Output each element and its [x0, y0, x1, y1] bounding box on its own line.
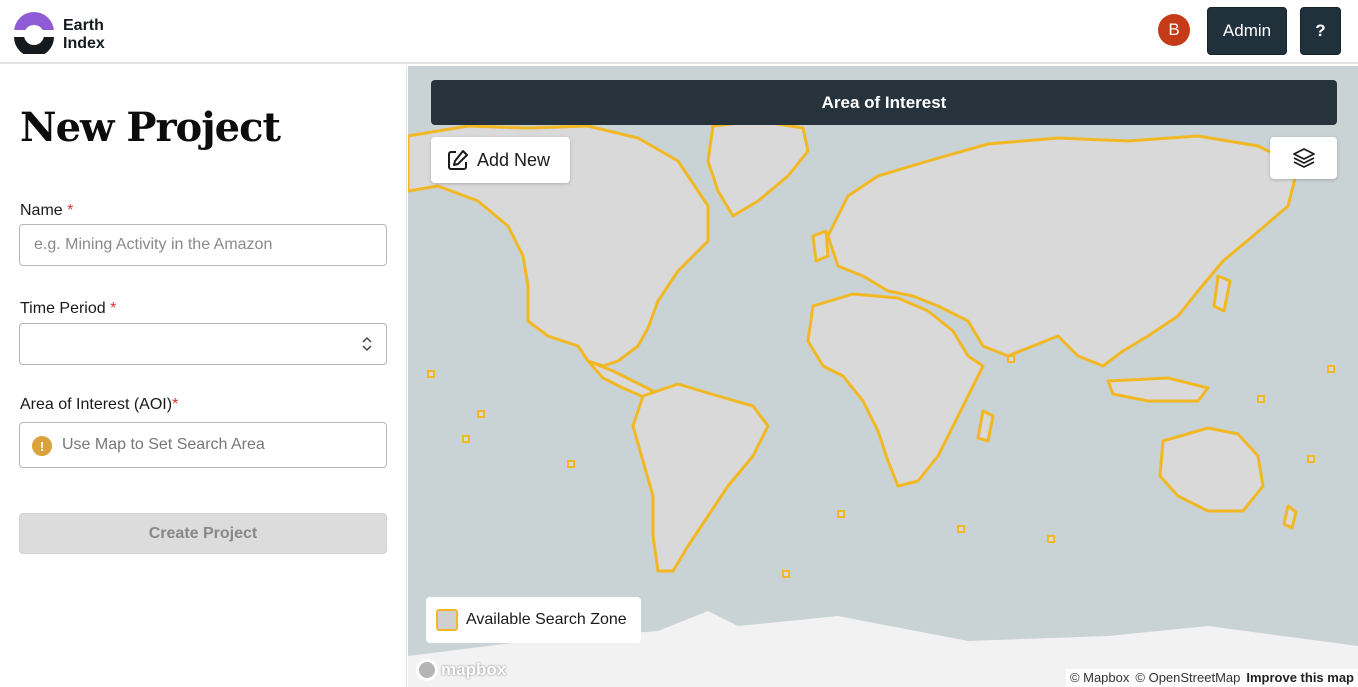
aoi-field-text: Use Map to Set Search Area	[62, 436, 265, 453]
japan-landmass	[1212, 274, 1232, 313]
map-attribution: © Mapbox © OpenStreetMap Improve this ma…	[1065, 669, 1358, 687]
aoi-label: Area of Interest (AOI)*	[20, 396, 178, 414]
island-marker	[567, 460, 575, 468]
island-marker	[1307, 455, 1315, 463]
add-new-label: Add New	[477, 149, 551, 170]
add-new-button[interactable]: Add New	[431, 137, 570, 183]
new-project-panel: New Project Name * Time Period * Area of…	[0, 66, 407, 687]
warning-icon: !	[32, 436, 52, 456]
island-marker	[1257, 395, 1265, 403]
island-marker	[957, 525, 965, 533]
mapbox-logo[interactable]: mapbox	[416, 658, 506, 682]
legend-label: Available Search Zone	[466, 611, 627, 628]
mapbox-label: mapbox	[441, 660, 507, 679]
required-marker: *	[172, 396, 179, 413]
aoi-field[interactable]: ! Use Map to Set Search Area	[19, 422, 387, 468]
required-marker: *	[110, 300, 117, 317]
madagascar-landmass	[976, 409, 995, 443]
name-input[interactable]	[19, 224, 387, 266]
attribution-osm-link[interactable]: © OpenStreetMap	[1135, 670, 1240, 686]
central-america-landmass	[586, 359, 655, 400]
africa-landmass	[806, 292, 985, 488]
edit-icon	[448, 150, 468, 170]
south-america-landmass	[631, 382, 770, 573]
island-marker	[1327, 365, 1335, 373]
earth-index-logo[interactable]	[12, 10, 56, 54]
map-view[interactable]: Area of Interest Add New Available Searc…	[408, 66, 1358, 687]
admin-button[interactable]: Admin	[1207, 7, 1287, 55]
island-marker	[1047, 535, 1055, 543]
indonesia-landmass	[1106, 376, 1210, 403]
mapbox-icon	[416, 659, 438, 681]
aoi-label-text: Area of Interest (AOI)	[20, 396, 173, 413]
app-header: Earth Index B Admin ?	[0, 0, 1358, 64]
time-period-label-text: Time Period	[20, 300, 106, 317]
greenland-landmass	[706, 119, 810, 218]
improve-map-link[interactable]: Improve this map	[1246, 670, 1354, 686]
island-marker	[427, 370, 435, 378]
logo-line-earth: Earth	[63, 17, 104, 34]
island-marker	[1007, 355, 1015, 363]
chevron-up-down-icon	[362, 336, 372, 352]
create-project-button[interactable]: Create Project	[19, 513, 387, 554]
british-isles-landmass	[811, 229, 830, 263]
island-marker	[477, 410, 485, 418]
name-label: Name *	[20, 202, 73, 220]
layers-icon	[1292, 148, 1315, 168]
area-of-interest-bar: Area of Interest	[431, 80, 1337, 125]
logo-line-index: Index	[63, 35, 105, 52]
australia-landmass	[1158, 426, 1265, 513]
time-period-label: Time Period *	[20, 300, 116, 318]
island-marker	[782, 570, 790, 578]
map-legend: Available Search Zone	[426, 597, 641, 643]
search-zone-swatch	[436, 609, 458, 631]
attribution-mapbox-link[interactable]: © Mapbox	[1070, 670, 1129, 686]
required-marker: *	[67, 202, 74, 219]
island-marker	[462, 435, 470, 443]
user-avatar[interactable]: B	[1158, 14, 1190, 46]
time-period-select[interactable]	[19, 323, 387, 365]
island-marker	[837, 510, 845, 518]
layers-button[interactable]	[1270, 137, 1337, 179]
help-button[interactable]: ?	[1300, 7, 1341, 55]
new-zealand-landmass	[1282, 504, 1298, 530]
page-title: New Project	[20, 104, 281, 151]
logo-text: Earth Index	[63, 17, 105, 53]
name-label-text: Name	[20, 202, 63, 219]
